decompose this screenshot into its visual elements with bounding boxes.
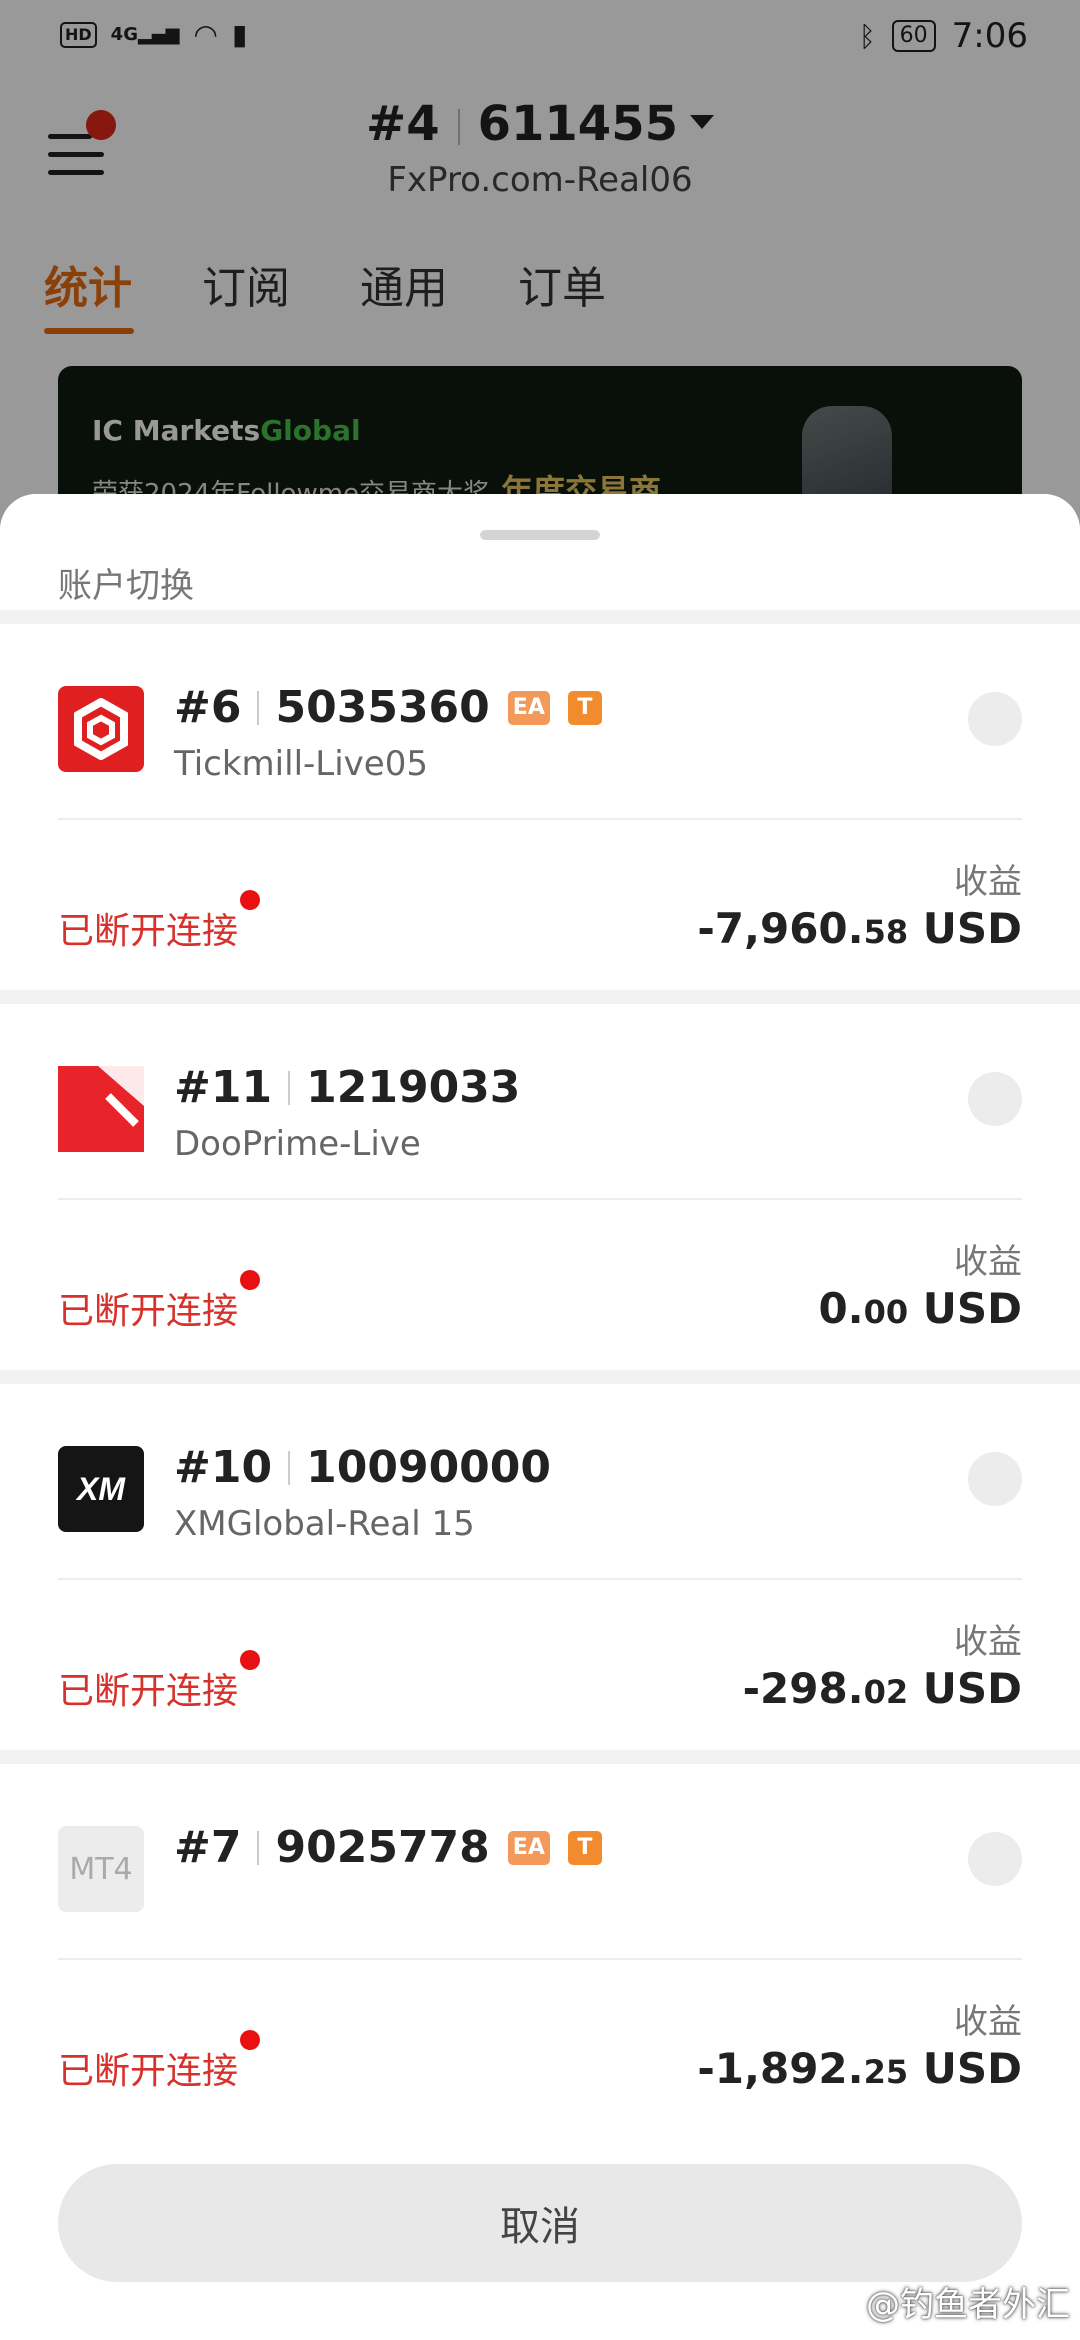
account-server: DooPrime-Live — [174, 1124, 421, 1164]
drag-handle[interactable] — [480, 530, 600, 540]
mt4-logo-icon: MT4 — [58, 1826, 144, 1912]
select-radio[interactable] — [968, 1452, 1022, 1506]
account-index: #6 — [174, 682, 242, 733]
connection-status: 已断开连接 — [58, 1671, 239, 1712]
account-title: #6 5035360 EA T — [174, 682, 602, 733]
connection-status: 已断开连接 — [58, 911, 239, 952]
profit-decimal: 02 — [863, 1673, 909, 1711]
account-index: #10 — [174, 1442, 273, 1493]
status-dot — [240, 890, 260, 910]
sheet-title: 账户切换 — [58, 566, 194, 606]
mt4-logo-text: MT4 — [69, 1851, 133, 1887]
select-radio[interactable] — [968, 1832, 1022, 1886]
sheet-header: 账户切换 — [0, 494, 1080, 610]
status-dot — [240, 1270, 260, 1290]
account-card[interactable]: MT4 #7 9025778 EA T 已断开连接 收益 -1,892.25 US… — [0, 1764, 1080, 2130]
xm-logo-text: XM — [77, 1470, 125, 1507]
connection-status: 已断开连接 — [58, 2051, 239, 2092]
select-radio[interactable] — [968, 1072, 1022, 1126]
watermark: @钓鱼者外汇 — [866, 2285, 1070, 2325]
profit-decimal: 00 — [863, 1293, 909, 1331]
account-server: XMGlobal-Real 15 — [174, 1504, 475, 1544]
account-title: #10 10090000 — [174, 1442, 551, 1493]
profit-integer: -7,960. — [697, 904, 864, 953]
profit-decimal: 58 — [863, 913, 909, 951]
divider — [58, 1958, 1022, 1960]
account-card[interactable]: #11 1219033 DooPrime-Live 已断开连接 收益 0.00 U… — [0, 1004, 1080, 1370]
connection-status: 已断开连接 — [58, 1291, 239, 1332]
ea-badge: EA — [507, 690, 550, 725]
profit-integer: -298. — [742, 1664, 864, 1713]
t-badge: T — [567, 690, 602, 725]
profit-label: 收益 — [954, 862, 1022, 902]
account-card[interactable]: XM #10 10090000 XMGlobal-Real 15 已断开连接 收益… — [0, 1384, 1080, 1750]
profit-currency: USD — [922, 2044, 1022, 2093]
account-number: 1219033 — [306, 1062, 521, 1113]
title-separator — [288, 1450, 291, 1485]
profit-currency: USD — [922, 904, 1022, 953]
account-title: #11 1219033 — [174, 1062, 520, 1113]
title-separator — [257, 1830, 260, 1865]
account-title: #7 9025778 EA T — [174, 1822, 602, 1873]
profit-value: -1,892.25 USD — [697, 2044, 1022, 2093]
title-separator — [257, 690, 260, 725]
t-badge: T — [567, 1830, 602, 1865]
profit-integer: -1,892. — [697, 2044, 864, 2093]
divider — [58, 1578, 1022, 1580]
profit-currency: USD — [922, 1664, 1022, 1713]
divider — [58, 818, 1022, 820]
account-number: 9025778 — [275, 1822, 490, 1873]
profit-label: 收益 — [954, 1242, 1022, 1282]
tickmill-logo-icon — [58, 686, 144, 772]
cancel-button[interactable]: 取消 — [58, 2164, 1022, 2282]
account-card[interactable]: #6 5035360 EA T Tickmill-Live05 已断开连接 收益 … — [0, 624, 1080, 990]
profit-currency: USD — [922, 1284, 1022, 1333]
account-switch-sheet: 账户切换 #6 5035360 EA T Tickmill-Live05 已断开连… — [0, 494, 1080, 2340]
title-separator — [288, 1070, 291, 1105]
account-index: #11 — [174, 1062, 273, 1113]
dooprime-logo-icon — [58, 1066, 144, 1152]
account-number: 10090000 — [306, 1442, 552, 1493]
profit-label: 收益 — [954, 2002, 1022, 2042]
profit-label: 收益 — [954, 1622, 1022, 1662]
status-dot — [240, 1650, 260, 1670]
divider — [58, 1198, 1022, 1200]
profit-value: -7,960.58 USD — [697, 904, 1022, 953]
account-number: 5035360 — [275, 682, 490, 733]
profit-integer: 0. — [818, 1284, 864, 1333]
xm-logo-icon: XM — [58, 1446, 144, 1532]
profit-value: 0.00 USD — [818, 1284, 1022, 1333]
account-server: Tickmill-Live05 — [174, 744, 428, 784]
account-index: #7 — [174, 1822, 242, 1873]
status-dot — [240, 2030, 260, 2050]
profit-decimal: 25 — [863, 2053, 909, 2091]
profit-value: -298.02 USD — [743, 1664, 1022, 1713]
select-radio[interactable] — [968, 692, 1022, 746]
ea-badge: EA — [507, 1830, 550, 1865]
